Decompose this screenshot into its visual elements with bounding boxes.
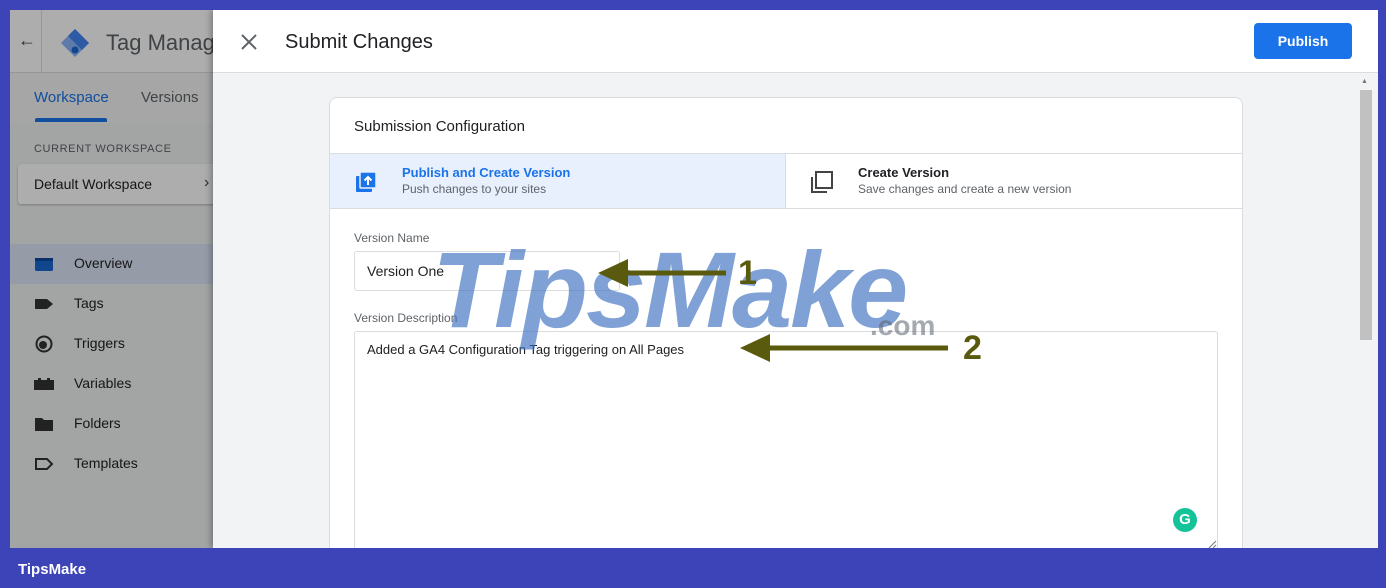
grammarly-icon[interactable]: G (1173, 508, 1197, 532)
brand-footer: TipsMake (18, 561, 87, 578)
version-name-label: Version Name (354, 231, 430, 245)
submit-changes-dialog: Submit Changes Publish ▲ Submission Conf… (213, 10, 1378, 548)
dialog-header: Submit Changes Publish (213, 10, 1378, 73)
modal-scrim[interactable] (10, 10, 213, 548)
screenshot-frame: ← Tag Manage Workspace Versions CURRENT … (10, 10, 1378, 548)
card-title: Submission Configuration (354, 118, 525, 135)
publish-icon (356, 171, 377, 192)
version-description-textarea[interactable]: Added a GA4 Configuration Tag triggering… (354, 331, 1218, 548)
option-title: Create Version (858, 165, 950, 180)
create-version-icon (811, 171, 833, 193)
option-create-version[interactable]: Create Version Save changes and create a… (786, 153, 1242, 209)
version-description-label: Version Description (354, 311, 458, 325)
submission-config-card: Submission Configuration Publish and Cre… (329, 97, 1243, 548)
option-subtitle: Save changes and create a new version (858, 182, 1072, 196)
option-subtitle: Push changes to your sites (402, 182, 547, 196)
dialog-title: Submit Changes (285, 31, 433, 53)
tag-manager-app: ← Tag Manage Workspace Versions CURRENT … (10, 10, 227, 548)
option-publish-and-create-version[interactable]: Publish and Create Version Push changes … (330, 153, 786, 209)
close-icon[interactable] (237, 30, 261, 54)
resize-grip-icon[interactable] (1207, 539, 1217, 548)
scroll-up-arrow-icon[interactable]: ▲ (1361, 78, 1368, 85)
version-name-input[interactable] (354, 251, 620, 291)
scrollbar-thumb[interactable] (1360, 90, 1372, 340)
option-title: Publish and Create Version (402, 165, 571, 180)
publish-button[interactable]: Publish (1254, 23, 1352, 59)
